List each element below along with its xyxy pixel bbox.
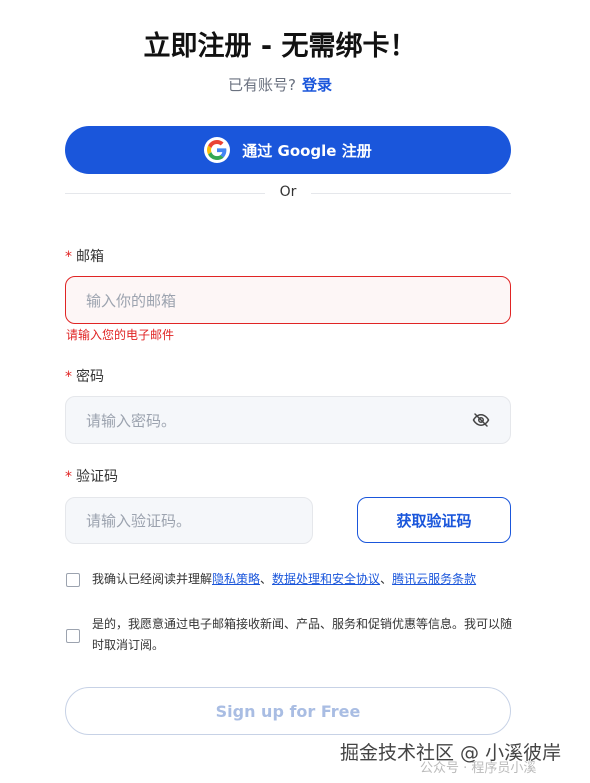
data-processing-link[interactable]: 数据处理和安全协议	[272, 572, 380, 586]
google-signup-label: 通过 Google 注册	[242, 141, 372, 160]
divider-right	[311, 193, 511, 194]
terms-prefix: 我确认已经阅读并理解	[92, 572, 213, 586]
marketing-checkbox[interactable]	[66, 629, 80, 643]
password-input[interactable]: 请输入密码。	[65, 396, 511, 444]
divider-text: Or	[279, 184, 297, 200]
terms-separator: 、	[380, 572, 393, 586]
email-error-message: 请输入您的电子邮件	[66, 328, 175, 342]
has-account-text: 已有账号?	[228, 76, 296, 94]
account-prompt: 已有账号? 登录	[0, 74, 560, 95]
email-label: * 邮箱	[65, 246, 104, 266]
email-label-text: 邮箱	[76, 249, 104, 265]
email-placeholder: 输入你的邮箱	[86, 291, 177, 310]
divider-left	[65, 193, 265, 194]
service-terms-link[interactable]: 腾讯云服务条款	[392, 572, 476, 586]
signup-button[interactable]: Sign up for Free	[65, 687, 511, 735]
page-title: 立即注册 - 无需绑卡！	[143, 31, 417, 62]
terms-separator: 、	[260, 572, 273, 586]
code-placeholder: 请输入验证码。	[86, 512, 192, 530]
terms-checkbox[interactable]	[66, 573, 80, 587]
required-marker: *	[65, 369, 72, 385]
hide-password-icon[interactable]	[472, 411, 490, 429]
terms-consent-text: 我确认已经阅读并理解隐私策略、数据处理和安全协议、腾讯云服务条款	[92, 569, 476, 590]
marketing-line-1: 是的，我愿意通过电子邮箱接收新闻、产品、服务和促销优惠等信息。我可以随	[92, 617, 513, 631]
google-logo-icon	[204, 137, 231, 163]
required-marker: *	[65, 469, 72, 485]
code-label-text: 验证码	[76, 469, 118, 485]
privacy-policy-link[interactable]: 隐私策略	[212, 572, 260, 586]
password-placeholder: 请输入密码。	[86, 411, 177, 430]
get-code-button[interactable]: 获取验证码	[357, 497, 511, 543]
marketing-line-2: 时取消订阅。	[92, 638, 165, 652]
password-label-text: 密码	[76, 369, 104, 385]
watermark: 掘金技术社区 @ 小溪彼岸	[340, 742, 562, 764]
required-marker: *	[65, 249, 72, 265]
password-label: * 密码	[65, 366, 104, 386]
verification-code-input[interactable]: 请输入验证码。	[65, 497, 313, 544]
login-link[interactable]: 登录	[302, 76, 332, 94]
email-input[interactable]: 输入你的邮箱	[65, 276, 511, 324]
marketing-consent-text: 是的，我愿意通过电子邮箱接收新闻、产品、服务和促销优惠等信息。我可以随 时取消订…	[92, 614, 522, 656]
google-signup-button[interactable]: 通过 Google 注册	[65, 126, 511, 174]
code-label: * 验证码	[65, 466, 118, 486]
